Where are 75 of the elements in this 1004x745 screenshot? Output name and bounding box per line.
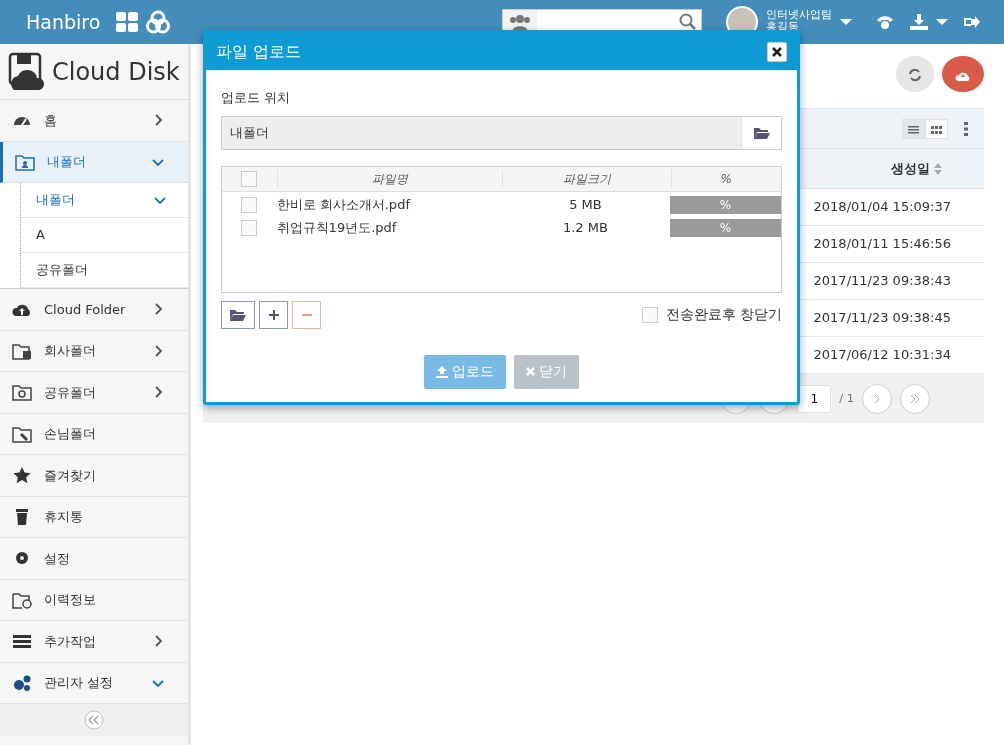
column-header: 파일크기 [501, 169, 671, 188]
checkbox[interactable] [241, 220, 258, 236]
file-name: 한비로 회사소개서.pdf [276, 196, 412, 215]
sidebar-subitem[interactable]: 공유폴더 [20, 253, 188, 288]
select-all-checkbox[interactable] [241, 170, 258, 187]
table-cell-text: 2017/11/23 09:38:43 [813, 272, 951, 291]
rings-logo-icon[interactable] [146, 10, 171, 34]
checkbox-label: 전송완료후 창닫기 [665, 305, 782, 324]
sidebar-subitem[interactable]: 내폴더 [20, 183, 188, 218]
upload-button[interactable] [942, 56, 984, 92]
checkbox[interactable] [641, 306, 658, 323]
sidebar-item[interactable]: 손님폴더 [0, 413, 188, 455]
refresh-button[interactable] [896, 56, 934, 92]
caret-icon[interactable] [936, 18, 948, 26]
file-name: 취업규칙19년도.pdf [276, 219, 398, 238]
collapse-icon[interactable] [84, 710, 104, 730]
dialog-title: 파일 업로드 [216, 40, 302, 63]
list-icon [908, 126, 919, 134]
sidebar-item[interactable]: 회사폴더 [0, 330, 188, 372]
logout-icon[interactable] [964, 15, 980, 29]
folder-share-icon [12, 383, 32, 402]
close-icon [526, 367, 535, 376]
upload-icon [436, 365, 448, 378]
refresh-icon [908, 67, 922, 82]
sidebar-item[interactable]: 설정 [0, 538, 188, 580]
table-cell-text: 2017/06/12 10:31:34 [813, 346, 951, 365]
grid-icon [931, 126, 942, 134]
sort-icon [934, 162, 942, 175]
table-cell-text: 2018/01/04 15:09:37 [813, 198, 951, 217]
column-header: 파일명 [276, 169, 502, 188]
plus-icon [268, 310, 279, 321]
close-icon [772, 46, 782, 57]
sidebar-item[interactable]: 휴지통 [0, 496, 188, 538]
folder-person-icon [15, 152, 35, 171]
file-size: 5 MB [568, 196, 603, 215]
progress-bar: % [669, 196, 781, 214]
sidebar-item[interactable]: 공유폴더 [0, 372, 188, 414]
folder-clock-icon [12, 590, 32, 609]
column-header: % [670, 169, 781, 188]
table-cell-text: 2017/11/23 09:38:45 [813, 309, 951, 328]
more-icon[interactable] [964, 121, 968, 136]
add-button[interactable] [259, 300, 288, 329]
field-label: 업로드 위치 [221, 89, 292, 107]
sidebar-item[interactable]: 추가작업 [0, 621, 188, 663]
search-icon [679, 13, 697, 31]
sidebar-item[interactable]: 내폴더 [0, 141, 188, 183]
view-grid-button[interactable] [925, 118, 948, 139]
page-total: / 1 [839, 389, 854, 407]
grid-icon[interactable] [116, 12, 139, 32]
caret-icon[interactable] [840, 18, 852, 26]
progress-bar: % [669, 219, 781, 237]
star-icon [12, 466, 32, 485]
close-button[interactable] [767, 41, 787, 62]
folder-icon [230, 309, 246, 322]
page-input[interactable]: 1 [797, 384, 832, 413]
sidebar-item[interactable]: Cloud Folder [0, 289, 188, 331]
sidebar-item[interactable]: 이력정보 [0, 579, 188, 621]
sidebar-item[interactable]: 홈 [0, 100, 188, 142]
folder-clip-icon [12, 424, 32, 443]
brand-name: Hanbiro [25, 9, 101, 35]
table-cell-text: 2018/01/11 15:46:56 [813, 235, 951, 254]
column-header[interactable]: 생성일 [891, 158, 930, 179]
team-name: 인터넷사업팀 [766, 9, 832, 21]
chevron-icon [873, 393, 881, 404]
download-icon[interactable] [910, 14, 928, 30]
chevron-icon [910, 393, 920, 404]
sidebar-title: Cloud Disk [52, 56, 180, 88]
list-icon [12, 632, 32, 651]
view-list-button[interactable] [902, 118, 925, 139]
open-folder-button[interactable] [221, 300, 255, 329]
sidebar-item[interactable]: 즐겨찾기 [0, 455, 188, 497]
file-size: 1.2 MB [561, 219, 609, 238]
sidebar-subitem[interactable]: A [20, 218, 188, 253]
folder-building-icon [12, 341, 32, 360]
checkbox[interactable] [241, 197, 258, 213]
